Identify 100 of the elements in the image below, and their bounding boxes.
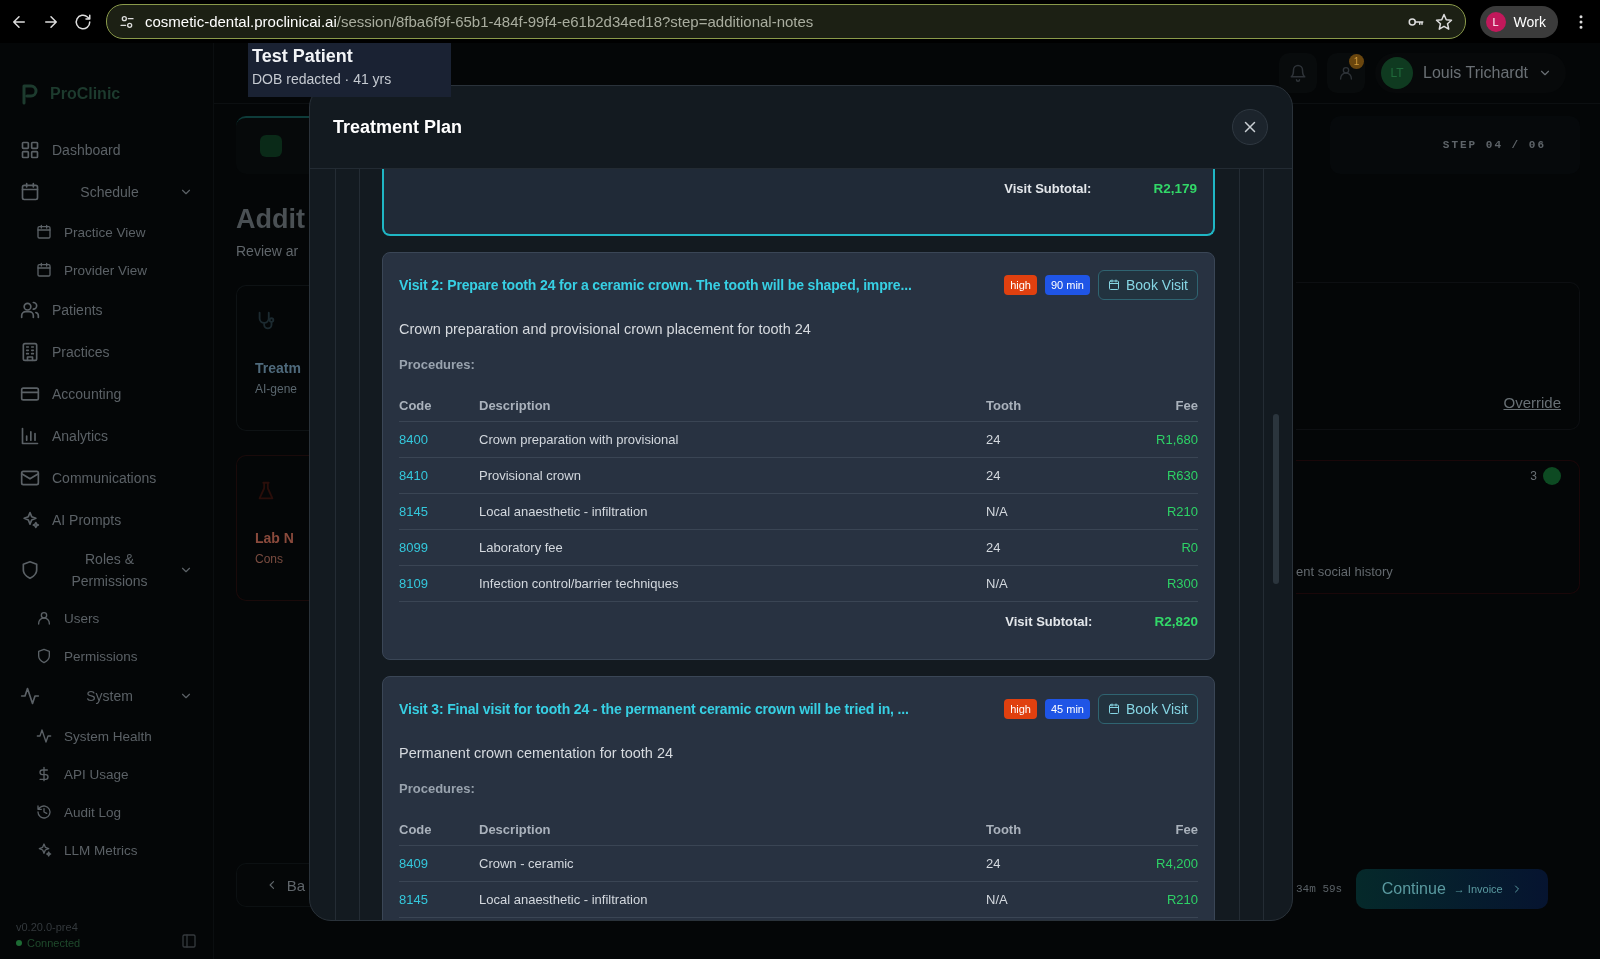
book-visit-button[interactable]: Book Visit <box>1098 270 1198 300</box>
column-header: Code <box>399 389 479 422</box>
timer: 34m 59s <box>1296 883 1343 895</box>
sidebar-subitem[interactable]: LLM Metrics <box>0 831 213 869</box>
sidebar-subitem[interactable]: Permissions <box>0 637 213 675</box>
sidebar-subitem[interactable]: Users <box>0 599 213 637</box>
procedure-code[interactable]: 8099 <box>399 530 479 566</box>
sidebar-item[interactable]: Analytics <box>0 415 213 457</box>
nav-icon <box>20 300 40 320</box>
scrollbar-thumb[interactable] <box>1273 414 1279 584</box>
visit-description: Crown preparation and provisional crown placement for tooth 24 <box>399 321 812 337</box>
procedure-code[interactable]: 8400 <box>399 422 479 458</box>
reload-icon <box>74 12 92 31</box>
sidebar-subitem[interactable]: Audit Log <box>0 793 213 831</box>
fee-cell: R0 <box>1088 530 1198 566</box>
nav-icon <box>36 224 52 240</box>
nav-icon <box>36 648 52 664</box>
connection-status: Connected <box>16 937 181 949</box>
nav-icon <box>36 610 52 626</box>
page-subtitle: Review ar <box>236 243 300 259</box>
procedures-label: Procedures: <box>399 781 476 796</box>
override-link[interactable]: Override <box>1503 394 1561 411</box>
sidebar-subitem[interactable]: Provider View <box>0 251 213 289</box>
table-cell: 24 <box>986 422 1088 458</box>
sidebar-item[interactable]: Dashboard <box>0 129 213 171</box>
duration-badge: 90 min <box>1044 275 1090 295</box>
alerts-button[interactable]: 1 <box>1327 53 1366 93</box>
user-icon <box>1338 65 1355 81</box>
fee-cell: R1,680 <box>1088 422 1198 458</box>
count-label: 3 <box>1530 469 1537 483</box>
nav-icon <box>20 182 40 202</box>
table-cell: Provisional crown <box>479 458 986 494</box>
user-name: Louis Trichardt <box>1423 64 1528 82</box>
sidebar-item[interactable]: Communications <box>0 457 213 499</box>
table-cell: Crown preparation with provisional <box>479 422 986 458</box>
calendar-icon <box>1108 279 1120 291</box>
sidebar-item[interactable]: Roles & Permissions <box>0 541 213 599</box>
nav-icon <box>36 262 52 278</box>
site-settings-icon[interactable] <box>119 13 135 30</box>
table-cell: Crown - ceramic <box>479 846 986 882</box>
sidebar-item[interactable]: Practices <box>0 331 213 373</box>
procedure-code[interactable]: 8410 <box>399 458 479 494</box>
column-header: Fee <box>1088 813 1198 846</box>
nav-icon <box>20 140 40 160</box>
card-title: Lab N <box>255 530 295 546</box>
fee-cell: R300 <box>1088 566 1198 602</box>
calendar-icon <box>1108 703 1120 715</box>
table-cell: 24 <box>986 530 1088 566</box>
nav-icon <box>20 468 40 488</box>
patient-name: Test Patient <box>252 46 354 67</box>
page-title: Addit <box>236 204 306 235</box>
back-button[interactable]: Ba <box>236 863 311 907</box>
table-cell: Local anaesthetic - infiltration <box>479 882 986 918</box>
nav-icon <box>20 686 40 706</box>
sidebar-item[interactable]: System <box>0 675 213 717</box>
sidebar-item[interactable]: AI Prompts <box>0 499 213 541</box>
step-indicator: STEP 04 / 06 <box>1330 116 1580 174</box>
procedure-code[interactable]: 8145 <box>399 882 479 918</box>
visit-description: Permanent crown cementation for tooth 24 <box>399 745 675 761</box>
star-icon[interactable] <box>1434 12 1453 31</box>
profile-button[interactable]: L Work <box>1479 5 1558 38</box>
status-dot <box>1543 467 1561 485</box>
column-header: Code <box>399 813 479 846</box>
subtotal-label: Visit Subtotal: <box>1005 614 1093 629</box>
modal-title: Treatment Plan <box>333 116 463 138</box>
book-visit-button[interactable]: Book Visit <box>1098 694 1198 724</box>
column-header: Fee <box>1088 389 1198 422</box>
sidebar-item[interactable]: Accounting <box>0 373 213 415</box>
sidebar-toggle-icon[interactable] <box>181 933 197 949</box>
fee-cell: R210 <box>1088 494 1198 530</box>
table-cell: N/A <box>986 882 1088 918</box>
continue-button[interactable]: Continue → Invoice <box>1356 869 1549 909</box>
nav-icon <box>20 510 40 530</box>
table-cell: Infection control/barrier techniques <box>479 566 986 602</box>
procedure-code[interactable]: 8409 <box>399 846 479 882</box>
visit-title: Visit 2: Prepare tooth 24 for a ceramic crown. The tooth will be shaped, impre... <box>399 277 913 293</box>
subtotal-value: R2,179 <box>1153 181 1197 196</box>
subtotal-value: R2,820 <box>1154 614 1198 629</box>
sidebar-subitem[interactable]: System Health <box>0 717 213 755</box>
visit-title: Visit 3: Final visit for tooth 24 - the permanent ceramic crown will be tried in, ... <box>399 701 910 717</box>
sidebar-item[interactable]: Schedule <box>0 171 213 213</box>
table-cell: N/A <box>986 494 1088 530</box>
sidebar-item[interactable]: Patients <box>0 289 213 331</box>
close-button[interactable] <box>1232 109 1268 145</box>
sidebar-subitem[interactable]: API Usage <box>0 755 213 793</box>
procedure-code[interactable]: 8109 <box>399 566 479 602</box>
column-header: Description <box>479 389 986 422</box>
sidebar-subitem[interactable]: Practice View <box>0 213 213 251</box>
profile-avatar: L <box>1485 11 1506 32</box>
procedure-code[interactable]: 8145 <box>399 494 479 530</box>
nav-icon <box>20 560 40 580</box>
priority-badge: high <box>1004 275 1037 295</box>
reload-button[interactable] <box>74 12 92 31</box>
table-cell: 24 <box>986 458 1088 494</box>
table-cell: Local anaesthetic - infiltration <box>479 494 986 530</box>
count-badge: 1 <box>1349 54 1365 69</box>
address-bar[interactable]: cosmetic-dental.proclinicai.ai/session/8fba6f9f-65b1-484f-99f4-e61b2d34ed18?step=additional-notes <box>106 4 1466 39</box>
subtotal-label: Visit Subtotal: <box>1004 181 1092 196</box>
table-cell: Laboratory fee <box>479 530 986 566</box>
bell-icon <box>1289 64 1308 82</box>
